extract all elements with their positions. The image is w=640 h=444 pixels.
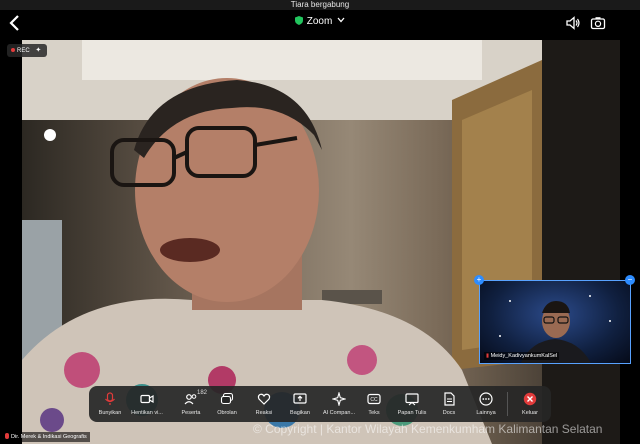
docs-button[interactable]: Docs (437, 386, 461, 422)
more-label: Lainnya (476, 410, 496, 416)
join-notification: Tiara bergabung (0, 0, 640, 10)
more-button[interactable]: Lainnya (471, 386, 501, 422)
unmute-button[interactable]: Bunyikan (93, 386, 127, 422)
document-icon (444, 392, 455, 406)
meeting-title-button[interactable]: Zoom (0, 16, 640, 27)
muted-mic-indicator-icon (5, 433, 9, 439)
participants-label: Peserta (181, 410, 201, 416)
thumbnail-participant-name: ▮ Meidy_KadivyankumKalSel (484, 352, 560, 360)
switch-camera-icon[interactable] (590, 15, 606, 31)
leave-meeting-button[interactable]: Keluar (515, 386, 545, 422)
captions-label: Teks (368, 410, 380, 416)
chat-button[interactable]: Obrolan (211, 386, 243, 422)
participant-count-badge: 182 (197, 390, 208, 396)
ai-companion-button[interactable]: AI Compan... (319, 386, 359, 422)
thumbnail-name-text: Meidy_KadivyankumKalSel (490, 353, 558, 359)
recording-label: REC (17, 48, 30, 54)
chat-label: Obrolan (217, 410, 237, 416)
captions-button[interactable]: CC Teks (362, 386, 386, 422)
heart-icon (257, 393, 271, 405)
unmute-label: Bunyikan (98, 410, 122, 416)
recording-dot-icon (11, 48, 15, 52)
shield-icon (294, 16, 303, 25)
speaker-name-caption: Dir. Merek & Indikasi Geografis (2, 432, 90, 442)
whiteboard-label: Papan Tulis (397, 410, 427, 416)
ai-companion-label: AI Compan... (322, 410, 356, 416)
speaker-icon[interactable] (565, 15, 581, 31)
self-view-thumbnail[interactable]: ▮ Meidy_KadivyankumKalSel (479, 280, 631, 364)
copyright-watermark: © Copyright | Kantor Wilayah Kemenkumham… (253, 422, 603, 436)
participants-icon (184, 394, 197, 405)
svg-text:CC: CC (370, 397, 378, 403)
microphone-icon (105, 392, 115, 405)
whiteboard-button[interactable]: Papan Tulis (393, 386, 431, 422)
chat-icon (220, 392, 234, 405)
share-button[interactable]: Bagikan (285, 386, 315, 422)
stop-video-button[interactable]: Hentikan vi... (127, 386, 167, 422)
speaker-name-text: Dir. Merek & Indikasi Geografis (11, 434, 87, 440)
video-camera-icon (140, 394, 154, 404)
speaker-video-frame (22, 40, 620, 444)
meeting-title: Zoom (306, 16, 333, 27)
stop-video-label: Hentikan vi... (131, 410, 163, 416)
share-screen-icon (293, 393, 307, 404)
toolbar-divider (507, 392, 508, 416)
leave-label: Keluar (522, 410, 538, 416)
chevron-down-icon (337, 17, 345, 23)
muted-mic-icon: ▮ (486, 353, 490, 359)
minimize-thumbnail-icon[interactable]: + (474, 275, 484, 285)
reactions-label: Reaksi (255, 410, 273, 416)
participants-button[interactable]: Peserta 182 (173, 386, 209, 422)
leave-icon (523, 392, 537, 406)
meeting-toolbar: Bunyikan Hentikan vi... Peserta 182 Obro… (89, 386, 551, 422)
share-label: Bagikan (290, 410, 310, 416)
docs-label: Docs (442, 410, 456, 416)
recording-indicator[interactable]: REC ✦ (7, 44, 47, 57)
collapse-thumbnail-icon[interactable]: − (625, 275, 635, 285)
meeting-header: Zoom (0, 10, 640, 38)
more-options-icon (479, 392, 493, 406)
ai-sparkle-icon (332, 392, 346, 406)
reactions-button[interactable]: Reaksi (249, 386, 279, 422)
sparkle-icon: ✦ (35, 47, 42, 54)
active-speaker-video[interactable] (22, 40, 620, 444)
whiteboard-icon (405, 393, 419, 406)
closed-captions-icon: CC (367, 393, 381, 405)
